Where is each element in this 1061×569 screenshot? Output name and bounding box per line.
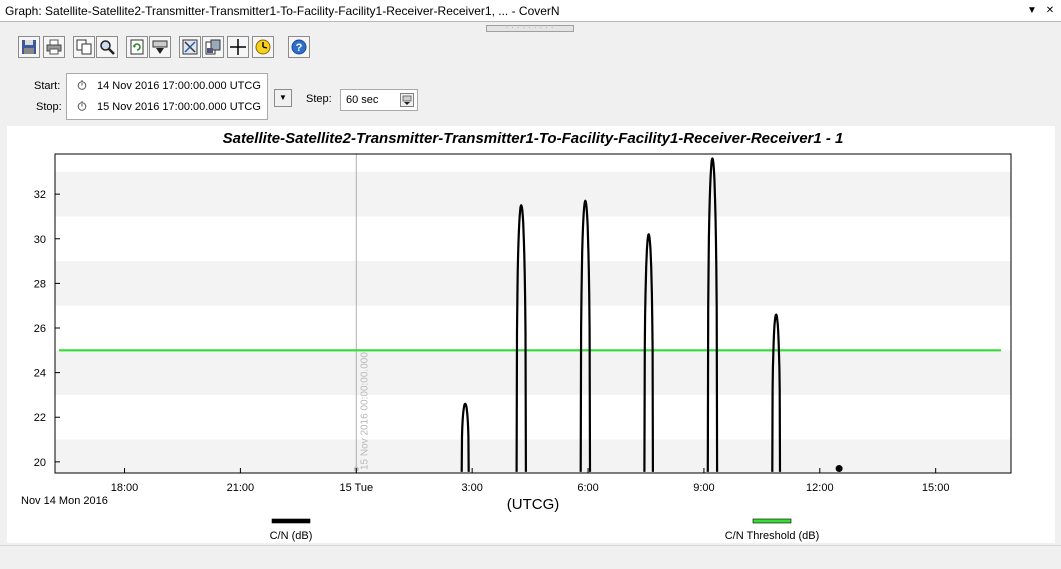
start-time-value: 14 Nov 2016 17:00:00.000 UTCG <box>97 80 261 92</box>
y-tick-label: 30 <box>34 234 46 246</box>
clock-button[interactable] <box>252 36 274 58</box>
copy-icon <box>76 39 92 55</box>
grid-band <box>55 171 1011 217</box>
stepper-icon <box>402 95 412 105</box>
svg-text:?: ? <box>296 42 303 54</box>
properties-icon <box>182 39 198 55</box>
stop-label: Stop: <box>36 101 62 113</box>
step-label: Step: <box>306 93 332 105</box>
crosshair-icon <box>230 39 246 55</box>
chart-title: Satellite-Satellite2-Transmitter-Transmi… <box>223 130 844 147</box>
window-title: Graph: Satellite-Satellite2-Transmitter-… <box>5 4 560 18</box>
y-tick-label: 28 <box>34 278 46 290</box>
y-tick-label: 32 <box>34 189 46 201</box>
status-bar <box>0 545 1061 569</box>
chevron-down-icon: ▼ <box>279 93 287 102</box>
graph-panel: Satellite-Satellite2-Transmitter-Transmi… <box>7 126 1055 543</box>
x-tick-label: 12:00 <box>806 482 834 494</box>
x-tick-label: 18:00 <box>111 482 139 494</box>
print-icon <box>46 39 62 55</box>
time-period-box[interactable]: 14 Nov 2016 17:00:00.000 UTCG 15 Nov 201… <box>66 73 268 120</box>
x-date-label: Nov 14 Mon 2016 <box>21 495 108 507</box>
x-tick-label: 21:00 <box>227 482 255 494</box>
clock-icon <box>255 39 271 55</box>
panel-splitter-handle[interactable]: · · · · · · · · · <box>486 25 574 32</box>
legend-label: C/N Threshold (dB) <box>725 530 820 542</box>
legend-swatch <box>271 518 311 524</box>
zoom-button[interactable] <box>96 36 118 58</box>
y-tick-label: 22 <box>34 412 46 424</box>
x-tick-label: 6:00 <box>577 482 598 494</box>
cn-chart[interactable]: Satellite-Satellite2-Transmitter-Transmi… <box>7 126 1055 543</box>
report-icon <box>205 39 221 55</box>
x-tick-label: 15 Tue <box>339 482 373 494</box>
export-icon <box>152 40 168 54</box>
legend-swatch <box>752 518 792 524</box>
window-menu-button[interactable]: ▼ <box>1025 3 1039 18</box>
x-tick-label: 9:00 <box>693 482 714 494</box>
window-close-button[interactable]: ✕ <box>1043 3 1057 18</box>
refresh-button[interactable] <box>126 36 148 58</box>
properties-button[interactable] <box>179 36 201 58</box>
save-button[interactable] <box>18 36 40 58</box>
grid-band <box>55 261 1011 306</box>
help-icon: ? <box>291 39 307 55</box>
y-tick-label: 20 <box>34 457 46 469</box>
y-tick-label: 24 <box>34 368 46 380</box>
stop-time-row[interactable]: 15 Nov 2016 17:00:00.000 UTCG <box>77 101 261 113</box>
window-titlebar: Graph: Satellite-Satellite2-Transmitter-… <box>0 0 1061 22</box>
start-time-row[interactable]: 14 Nov 2016 17:00:00.000 UTCG <box>77 80 261 92</box>
help-button[interactable]: ? <box>288 36 310 58</box>
save-icon <box>22 40 36 54</box>
crosshair-button[interactable] <box>227 36 249 58</box>
y-tick-label: 26 <box>34 323 46 335</box>
x-axis-label: (UTCG) <box>507 496 560 513</box>
grid-band <box>55 350 1011 395</box>
time-period-dropdown-button[interactable]: ▼ <box>274 89 292 107</box>
zoom-icon <box>100 40 115 55</box>
grid-band <box>55 439 1011 473</box>
stop-clock-icon <box>77 101 87 111</box>
x-tick-label: 3:00 <box>461 482 482 494</box>
legend-label: C/N (dB) <box>270 530 313 542</box>
step-size-value: 60 sec <box>346 94 379 106</box>
stop-time-value: 15 Nov 2016 17:00:00.000 UTCG <box>97 101 261 113</box>
print-button[interactable] <box>43 36 65 58</box>
step-size-field[interactable]: 60 sec <box>340 89 418 111</box>
time-marker-label: 15 Nov 2016 00:00:00.000 <box>359 352 370 470</box>
right-edge-border <box>1055 22 1061 545</box>
cn-data-point <box>835 465 843 473</box>
start-label: Start: <box>34 80 61 92</box>
copy-button[interactable] <box>73 36 95 58</box>
x-tick-label: 15:00 <box>922 482 950 494</box>
report-button[interactable] <box>202 36 224 58</box>
step-size-button[interactable] <box>400 93 414 107</box>
start-clock-icon <box>77 80 87 90</box>
refresh-icon <box>130 39 144 55</box>
export-button[interactable] <box>149 36 171 58</box>
